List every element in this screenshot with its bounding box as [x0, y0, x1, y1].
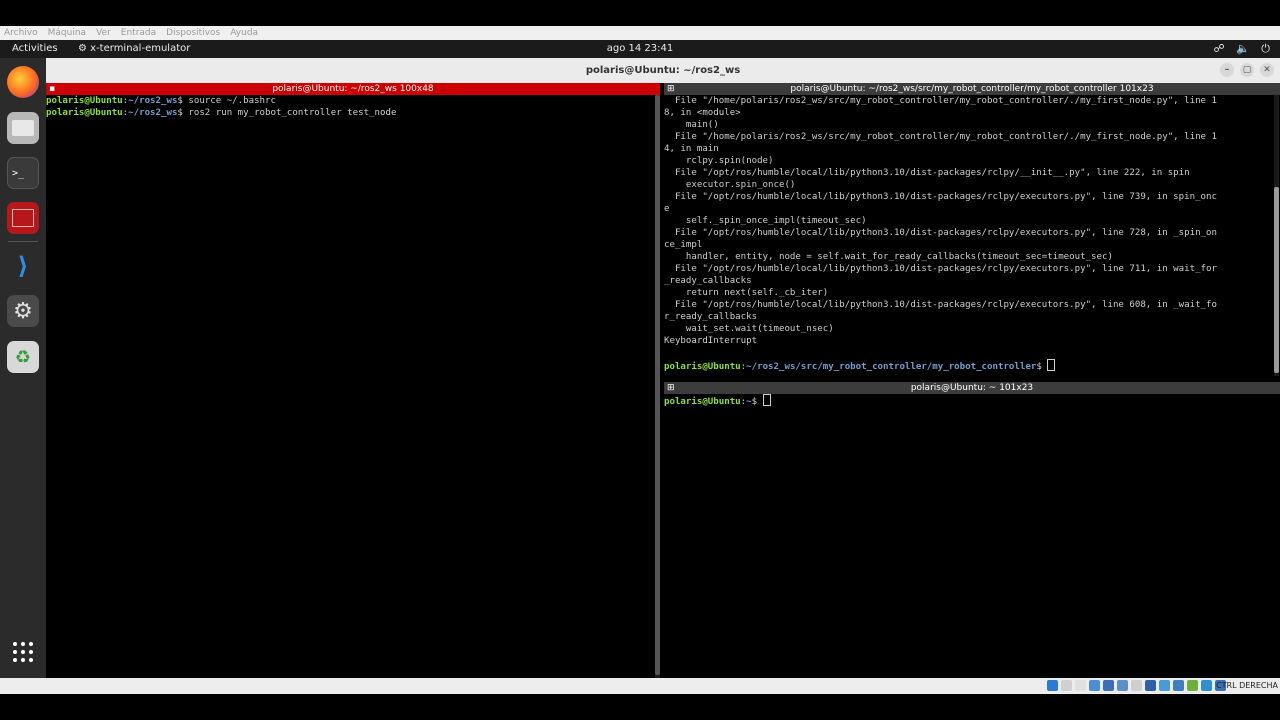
dock: >_ ⟩ ⚙ ♻ [0, 58, 46, 678]
prompt-user: polaris@Ubuntu [46, 96, 123, 106]
output-line: handler, entity, node = self.wait_for_re… [685, 252, 1113, 262]
vbox-status-icon-8 [1159, 680, 1170, 691]
vbox-status-icon-9 [1173, 680, 1184, 691]
terminal-left[interactable]: polaris@Ubuntu:~/ros2_ws$ source ~/.bash… [46, 95, 656, 678]
output-line: r_ready_callbacks [664, 312, 758, 322]
terminal-cursor [762, 394, 771, 406]
terminal-bottom-right-text: polaris@Ubuntu:~$ [664, 394, 1274, 408]
close-icon[interactable]: ✕ [1260, 63, 1274, 77]
output-line: main() [685, 120, 719, 130]
terminal-left-scrollbar[interactable] [655, 95, 660, 678]
terminal-top-right-text: File "/home/polaris/ros2_ws/src/my_robot… [664, 95, 1274, 373]
terminal-bottom-right-header[interactable]: ⊞ polaris@Ubuntu: ~ 101x23 [664, 382, 1280, 394]
output-line: File "/opt/ros/humble/local/lib/python3.… [674, 300, 1217, 310]
output-line: 8, in <module> [664, 108, 741, 118]
window-titlebar[interactable]: polaris@Ubuntu: ~/ros2_ws – ▢ ✕ [46, 58, 1280, 83]
terminal-left-text: polaris@Ubuntu:~/ros2_ws$ source ~/.bash… [46, 95, 656, 119]
output-line: File "/opt/ros/humble/local/lib/python3.… [674, 228, 1217, 238]
minimize-icon[interactable]: – [1220, 63, 1234, 77]
terminal-top-right-header[interactable]: ⊞ polaris@Ubuntu: ~/ros2_ws/src/my_robot… [664, 83, 1280, 95]
command-text: source ~/.bashrc [182, 96, 276, 106]
prompt-path: ~/ros2_ws [128, 108, 178, 118]
window-controls: – ▢ ✕ [1214, 63, 1274, 77]
vbox-menu-item-0[interactable]: Archivo [4, 26, 38, 40]
vbox-status-icon-6 [1131, 680, 1142, 691]
vbox-status-icon-0 [1047, 680, 1058, 691]
clock[interactable]: ago 14 23:41 [0, 40, 1280, 58]
prompt-user: polaris@Ubuntu [664, 397, 741, 407]
scroll-thumb[interactable] [1274, 187, 1279, 373]
terminal-cursor [1047, 359, 1056, 371]
output-line: rclpy.spin(node) [685, 156, 774, 166]
vbox-status-icon-10 [1187, 680, 1198, 691]
output-line: executor.spin_once() [685, 180, 796, 190]
terminal-top-right-title: polaris@Ubuntu: ~/ros2_ws/src/my_robot_c… [790, 84, 1154, 94]
output-line: KeyboardInterrupt [664, 336, 758, 346]
settings-icon[interactable]: ⚙ [7, 295, 39, 327]
maximize-icon[interactable]: ▢ [1240, 63, 1254, 77]
output-line: File "/home/polaris/ros2_ws/src/my_robot… [674, 96, 1217, 106]
vbox-status-icon-1 [1061, 680, 1072, 691]
vbox-menu-item-2[interactable]: Ver [96, 26, 111, 40]
prompt-path: ~/ros2_ws [128, 96, 178, 106]
host-key-label: CTRL DERECHA [1216, 681, 1278, 690]
volume-icon[interactable]: 🔈 [1236, 42, 1250, 55]
network-icon[interactable]: ☍ [1213, 42, 1224, 55]
output-line: File "/opt/ros/humble/local/lib/python3.… [674, 192, 1217, 202]
output-line: 4, in main [664, 144, 719, 154]
power-icon[interactable]: ⏻ [1261, 42, 1270, 55]
vbox-status-icon-7 [1145, 680, 1156, 691]
output-line: File "/home/polaris/ros2_ws/src/my_robot… [674, 132, 1217, 142]
trash-icon[interactable]: ♻ [7, 341, 39, 373]
window-title: polaris@Ubuntu: ~/ros2_ws [585, 65, 741, 76]
vbox-menu-item-5[interactable]: Ayuda [230, 26, 258, 40]
vbox-menu-item-4[interactable]: Dispositivos [166, 26, 220, 40]
output-line: self._spin_once_impl(timeout_sec) [685, 216, 867, 226]
files-icon[interactable] [7, 112, 39, 144]
scroll-thumb[interactable] [655, 95, 660, 675]
terminal-bottom-right[interactable]: polaris@Ubuntu:~$ [664, 394, 1274, 678]
vbox-menu-item-3[interactable]: Entrada [121, 26, 156, 40]
terminal-bottom-right-title: polaris@Ubuntu: ~ 101x23 [910, 383, 1034, 393]
vbox-menu-bar: Archivo Máquina Ver Entrada Dispositivos Ayud… [0, 26, 1280, 40]
command-text: ros2 run my_robot_controller test_node [182, 108, 397, 118]
prompt-user: polaris@Ubuntu [46, 108, 123, 118]
vbox-status-icon-3 [1089, 680, 1100, 691]
prompt-user: polaris@Ubuntu [664, 362, 741, 372]
firefox-icon[interactable] [7, 66, 39, 98]
terminal-icon[interactable]: >_ [7, 157, 39, 189]
show-apps-grid-icon[interactable] [7, 636, 39, 668]
terminal-left-header[interactable]: ▪ polaris@Ubuntu: ~/ros2_ws 100x48 [46, 83, 660, 95]
output-line: File "/opt/ros/humble/local/lib/python3.… [674, 264, 1217, 274]
system-tray[interactable]: ☍ 🔈 ⏻ [1205, 40, 1270, 58]
terminal-top-right-scrollbar[interactable] [1274, 95, 1279, 376]
prompt-path: ~/ros2_ws/src/my_robot_controller/my_rob… [746, 362, 1037, 372]
output-line: ce_impl [664, 240, 703, 250]
output-line: wait_set.wait(timeout_nsec) [685, 324, 834, 334]
vscode-icon[interactable]: ⟩ [7, 250, 39, 282]
output-line: _ready_callbacks [664, 276, 752, 286]
vbox-status-icon-4 [1103, 680, 1114, 691]
output-line: File "/opt/ros/humble/local/lib/python3.… [674, 168, 1190, 178]
output-line: return next(self._cb_iter) [685, 288, 829, 298]
vbox-status-icons [1047, 680, 1226, 692]
terminator-icon[interactable] [7, 202, 39, 234]
terminal-left-title: polaris@Ubuntu: ~/ros2_ws 100x48 [272, 84, 434, 94]
top-bar: Activities ⚙ x-terminal-emulator ago 14 … [0, 40, 1280, 58]
vbox-status-bar: CTRL DERECHA [0, 678, 1280, 694]
terminal-top-right[interactable]: File "/home/polaris/ros2_ws/src/my_robot… [664, 95, 1274, 376]
output-line: e [664, 204, 670, 214]
vbox-status-icon-2 [1075, 680, 1086, 691]
vbox-status-icon-11 [1201, 680, 1212, 691]
vbox-menu-item-1[interactable]: Máquina [48, 26, 86, 40]
vbox-status-icon-5 [1117, 680, 1128, 691]
